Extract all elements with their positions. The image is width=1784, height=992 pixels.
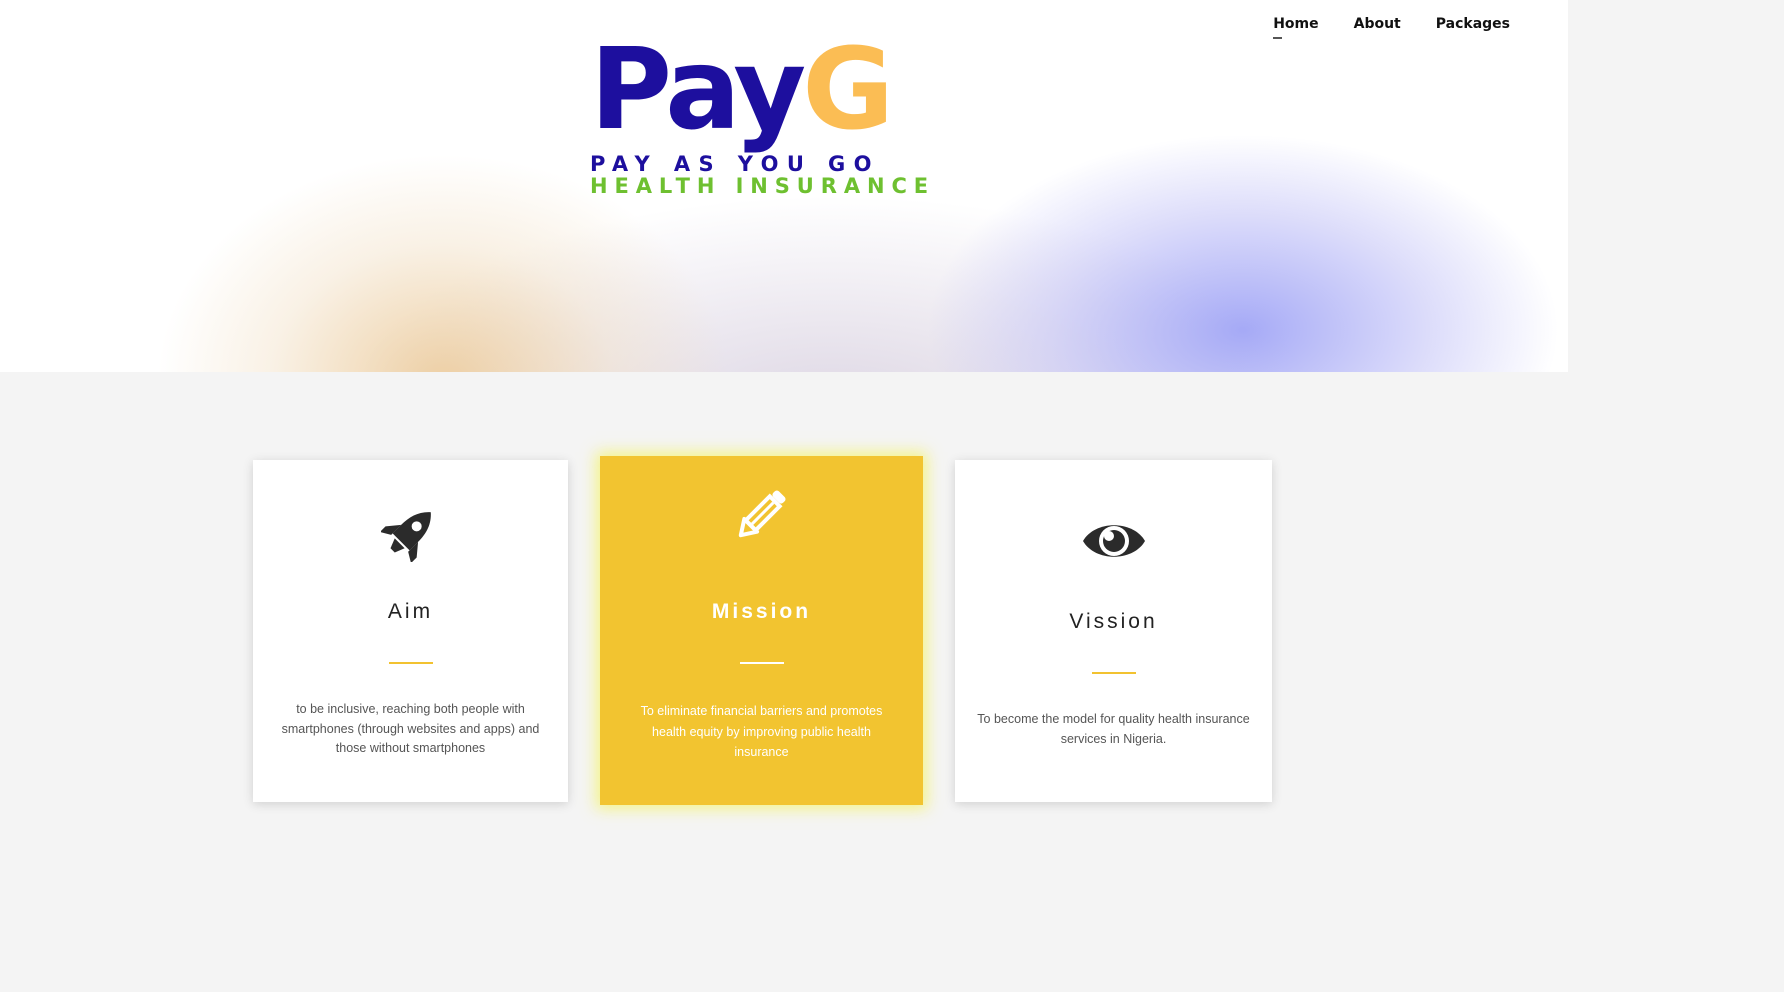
mission-card: Mission To eliminate financial barriers … [600,456,923,805]
card-title: Vission [1069,610,1158,633]
card-divider [1091,672,1136,674]
card-description: To become the model for quality health i… [977,712,1250,746]
main-nav: Home About Packages [1273,16,1510,39]
nav-item-about[interactable]: About [1354,16,1401,32]
hero-section: Home About Packages PayG PAY AS YOU GO H… [0,0,1568,372]
logo-word-g: G [802,25,894,155]
card-divider [388,662,433,664]
vision-card: Vission To become the model for quality … [955,460,1272,802]
logo-tagline-pay-as-you-go: PAY AS YOU GO [590,152,880,176]
pencil-icon [732,484,792,544]
rocket-icon [379,502,441,564]
eye-icon [1081,514,1147,568]
logo-word-pay: Pay [590,25,806,155]
logo-tagline-health-insurance: HEALTH INSURANCE [590,174,936,198]
payg-logo: PayG PAY AS YOU GO HEALTH INSURANCE [590,30,930,210]
card-description: To eliminate financial barriers and prom… [640,704,883,759]
logo-wordmark: PayG [590,30,894,150]
card-title: Aim [387,600,434,623]
nav-item-packages[interactable]: Packages [1436,16,1510,32]
nav-item-home[interactable]: Home [1273,16,1319,39]
card-title: Mission [711,600,812,623]
card-description: to be inclusive, reaching both people wi… [281,702,540,755]
aim-card: Aim to be inclusive, reaching both peopl… [253,460,568,802]
card-divider [739,662,784,664]
